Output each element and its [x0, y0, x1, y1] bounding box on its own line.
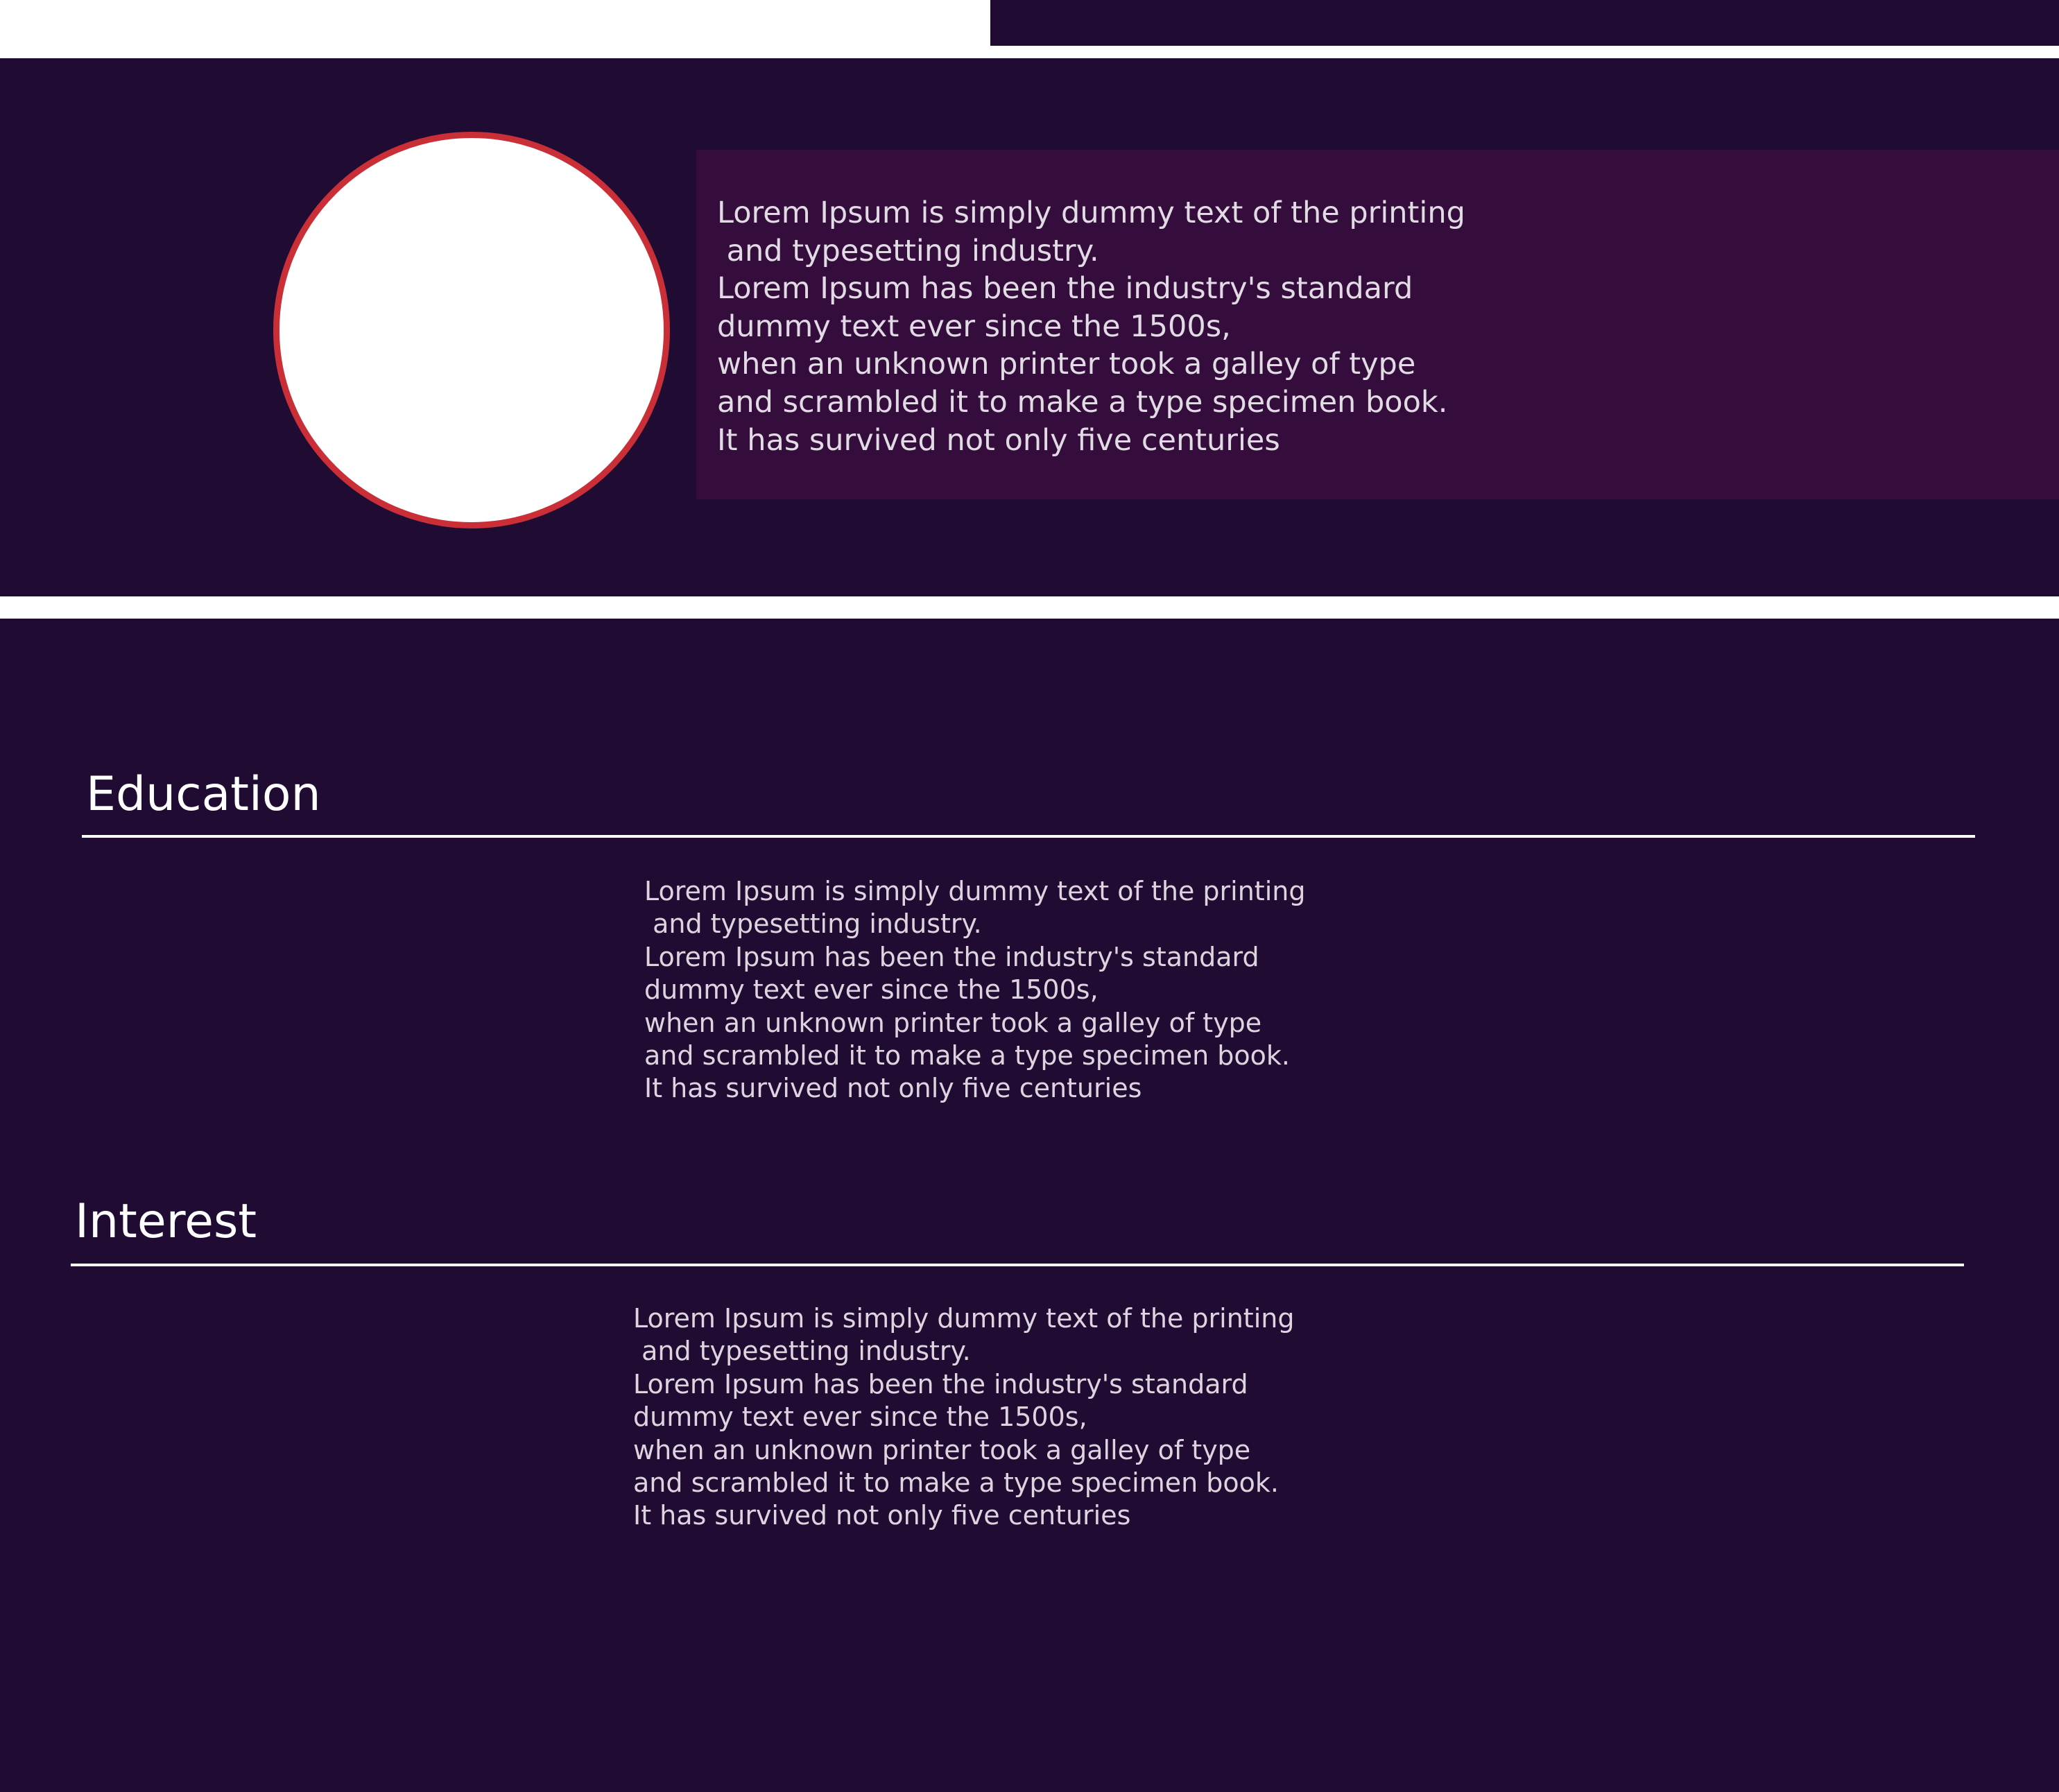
education-divider	[82, 835, 1975, 838]
intro-text: Lorem Ipsum is simply dummy text of the …	[717, 196, 1465, 458]
interest-heading: Interest	[75, 1194, 257, 1249]
interest-divider	[71, 1264, 1964, 1266]
location-weather-bar: Johannesburg * 25’’C * 56”	[990, 0, 2059, 89]
education-text: Lorem Ipsum is simply dummy text of the …	[644, 876, 1306, 1104]
intro-panel: Lorem Ipsum is simply dummy text of the …	[696, 150, 2059, 499]
avatar	[273, 132, 670, 528]
education-heading: Education	[86, 767, 321, 822]
main-content: Education Lorem Ipsum is simply dummy te…	[0, 619, 2059, 1792]
profile-hero: Lorem Ipsum is simply dummy text of the …	[0, 58, 2059, 596]
interest-text: Lorem Ipsum is simply dummy text of the …	[633, 1303, 1295, 1531]
